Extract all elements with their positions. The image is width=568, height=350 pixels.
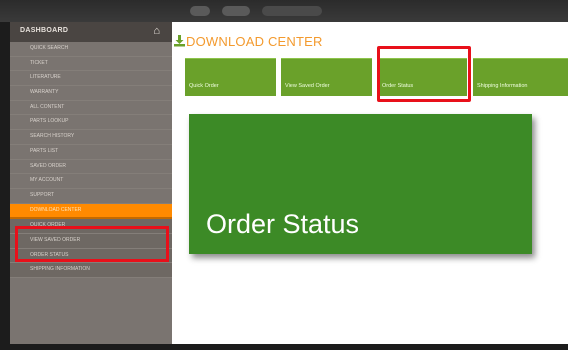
sidebar-item-download-center[interactable]: DOWNLOAD CENTER: [10, 203, 172, 220]
sidebar-item-support[interactable]: SUPPORT: [10, 189, 172, 204]
sidebar: DASHBOARD ⌂ QUICK SEARCH TICKET LITERATU…: [10, 22, 172, 344]
download-icon: [174, 35, 185, 47]
main-content: DOWNLOAD CENTER Quick Order View Saved O…: [172, 22, 568, 344]
page-title: DOWNLOAD CENTER: [186, 34, 323, 49]
tab-view-saved-order[interactable]: View Saved Order: [281, 58, 372, 96]
sidebar-item-warranty[interactable]: WARRANTY: [10, 86, 172, 101]
tab-quick-order[interactable]: Quick Order: [185, 58, 276, 96]
top-bar-icon: [262, 6, 322, 16]
top-bar-icon: [222, 6, 250, 16]
sidebar-item-parts-list[interactable]: PARTS LIST: [10, 145, 172, 160]
sidebar-item-saved-order[interactable]: SAVED ORDER: [10, 160, 172, 175]
panel-title: Order Status: [206, 209, 360, 239]
sidebar-item-view-saved-order[interactable]: VIEW SAVED ORDER: [10, 233, 172, 249]
sidebar-item-literature[interactable]: LITERATURE: [10, 71, 172, 87]
top-bar-icon: [190, 6, 210, 16]
top-bar: [0, 0, 568, 22]
sidebar-item-shipping-information[interactable]: SHIPPING INFORMATION: [10, 263, 172, 278]
sidebar-item-search-history[interactable]: SEARCH HISTORY: [10, 130, 172, 145]
sidebar-item-quick-search[interactable]: QUICK SEARCH: [10, 42, 172, 57]
home-icon[interactable]: ⌂: [153, 26, 160, 37]
sidebar-item-quick-order[interactable]: QUICK ORDER: [10, 219, 172, 234]
sidebar-item-order-status[interactable]: ORDER STATUS: [10, 248, 172, 264]
sidebar-item-parts-lookup[interactable]: PARTS LOOKUP: [10, 115, 172, 131]
sidebar-title: DASHBOARD: [20, 27, 69, 34]
sidebar-item-my-account[interactable]: MY ACCOUNT: [10, 174, 172, 189]
sidebar-item-all-content[interactable]: ALL CONTENT: [10, 101, 172, 116]
tab-shipping-information[interactable]: Shipping Information: [473, 58, 568, 96]
sidebar-header: DASHBOARD ⌂: [10, 22, 172, 42]
highlight-box-tab: [377, 46, 471, 102]
sidebar-item-ticket[interactable]: TICKET: [10, 57, 172, 72]
